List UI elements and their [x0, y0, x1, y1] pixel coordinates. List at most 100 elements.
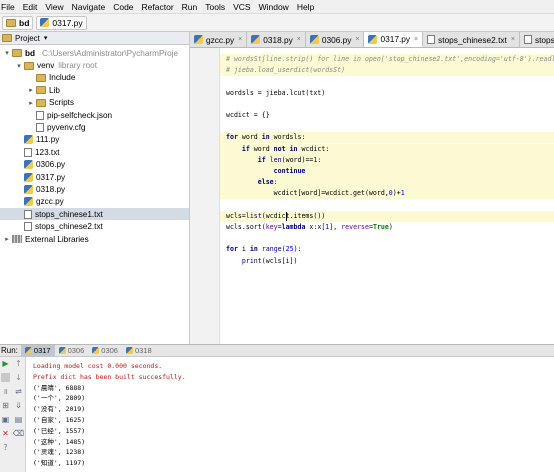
pause-icon[interactable]: ॥ [1, 387, 10, 396]
menu-item-file[interactable]: File [0, 0, 19, 14]
code-line[interactable]: if len(word)==1: [220, 154, 554, 166]
menu-item-navigate[interactable]: Navigate [68, 0, 110, 14]
file-icon [36, 123, 44, 133]
code-line[interactable]: print(wcls[i]) [220, 256, 554, 267]
code-line[interactable]: wcdict = {} [220, 110, 554, 121]
tree-item-label: stops_chinese1.txt [35, 209, 103, 219]
tree-item[interactable]: 0306.py [0, 159, 189, 171]
tree-item[interactable]: 111.py [0, 134, 189, 146]
code-line[interactable]: # wordsSt[line.strip() for line in open(… [220, 54, 554, 65]
menu-item-edit[interactable]: Edit [19, 0, 42, 14]
help-icon[interactable]: ? [1, 443, 10, 452]
console-line: ('已经', 1557) [33, 426, 86, 435]
tree-item[interactable]: 0317.py [0, 171, 189, 183]
code-line[interactable]: for word in wordsls: [220, 132, 554, 144]
close-icon[interactable]: × [297, 36, 301, 43]
close-icon[interactable]: × [355, 36, 359, 43]
chevron-right-icon[interactable]: ▸ [26, 86, 36, 94]
editor-tab-label: 0318.py [263, 34, 293, 45]
chevron-down-icon[interactable]: ▾ [14, 62, 24, 70]
folder-icon [6, 18, 16, 27]
close-icon[interactable]: × [511, 36, 515, 43]
editor-tab-label: 0306.py [321, 34, 352, 45]
editor-tab[interactable]: stops_chinese1.txt× [519, 32, 554, 47]
tree-item[interactable]: stops_chinese1.txt [0, 208, 189, 221]
tree-item[interactable]: 123.txt [0, 146, 189, 158]
run-tab[interactable]: 0318 [122, 345, 156, 357]
run-tab[interactable]: 0306 [88, 345, 122, 357]
breadcrumb-project[interactable]: bd [2, 15, 34, 30]
soft-wrap-icon[interactable]: ⇌ [14, 387, 23, 396]
code-line[interactable]: if word not in wcdict: [220, 143, 554, 155]
tree-item[interactable]: pyvenv.cfg [0, 121, 189, 133]
menu-item-view[interactable]: View [41, 0, 67, 14]
code-line[interactable] [220, 99, 554, 110]
code-line[interactable] [220, 121, 554, 132]
code-line[interactable]: continue [220, 166, 554, 177]
tree-item[interactable]: ▸ Lib [0, 84, 189, 96]
restore-layout-icon[interactable]: ⊞ [1, 401, 10, 410]
console-line: ('没有', 2019) [33, 405, 86, 414]
code-line[interactable]: wcls=list(wcdict.items()) [220, 210, 554, 222]
print-icon[interactable]: ▤ [14, 415, 23, 424]
clear-all-icon[interactable]: ⌫ [13, 429, 24, 438]
tree-item[interactable]: ▸ External Libraries [0, 233, 189, 245]
code-line[interactable]: wcdict[word]=wcdict.get(word,0)+1 [220, 188, 554, 200]
tree-item[interactable]: pip-selfcheck.json [0, 109, 189, 121]
menu-item-help[interactable]: Help [293, 0, 318, 14]
folder-icon [36, 86, 46, 95]
run-tab[interactable]: 0317 [20, 344, 55, 357]
tree-item-detail: C:\Users\Administrator\PycharmProje [42, 48, 179, 58]
chevron-right-icon[interactable]: ▸ [26, 99, 36, 107]
close-icon[interactable]: × [414, 36, 418, 43]
editor-tab[interactable]: stops_chinese2.txt × [423, 32, 520, 47]
chevron-right-icon[interactable]: ▸ [2, 235, 12, 243]
editor-tab[interactable]: gzcc.py × [190, 32, 248, 47]
python-file-icon [24, 184, 33, 194]
run-console[interactable]: Loading model cost 0.000 seconds. Prefix … [26, 357, 554, 472]
code-line[interactable] [220, 76, 554, 87]
tree-item[interactable]: ▾ bd C:\Users\Administrator\PycharmProje [0, 47, 189, 59]
python-file-icon [309, 35, 319, 44]
chevron-down-icon[interactable]: ▾ [44, 34, 48, 42]
menu-item-vcs[interactable]: VCS [229, 0, 254, 14]
close-icon[interactable]: × [238, 36, 242, 43]
menu-item-refactor[interactable]: Refactor [138, 0, 178, 14]
tree-item-label: 0317.py [36, 172, 66, 182]
tree-item[interactable]: gzcc.py [0, 196, 189, 208]
run-tab[interactable]: 0306 [55, 345, 89, 357]
close-icon[interactable]: ✕ [1, 429, 10, 438]
chevron-down-icon[interactable]: ▾ [2, 49, 12, 57]
menu-item-window[interactable]: Window [255, 0, 293, 14]
tree-item[interactable]: ▸ Scripts [0, 97, 189, 109]
menu-item-code[interactable]: Code [109, 0, 137, 14]
pin-icon[interactable]: ▣ [1, 415, 10, 424]
arrow-down-icon[interactable]: ↓ [14, 373, 23, 382]
code-line[interactable] [220, 200, 554, 211]
code-line[interactable]: # jieba.load_userdict(wordsSt) [220, 65, 554, 77]
editor-tab[interactable]: 0306.py × [305, 32, 365, 47]
tree-item[interactable]: Include [0, 72, 189, 84]
code-line[interactable] [220, 233, 554, 244]
code-editor[interactable]: # wordsSt[line.strip() for line in open(… [190, 48, 554, 344]
tree-item[interactable]: stops_chinese2.txt [0, 220, 189, 232]
project-panel-header[interactable]: Project ▾ [0, 32, 189, 45]
library-icon [12, 235, 22, 244]
code-line[interactable]: wordsls = jieba.lcut(txt) [220, 88, 554, 99]
editor-tab[interactable]: 0317.py × [364, 32, 424, 47]
folder-icon [36, 98, 46, 107]
menu-item-run[interactable]: Run [178, 0, 202, 14]
tree-item[interactable]: 0318.py [0, 183, 189, 195]
code-line[interactable]: for i in range(25): [220, 244, 554, 255]
editor-tab[interactable]: 0318.py × [247, 32, 306, 47]
code-line[interactable]: wcls.sort(key=lambda x:x[1], reverse=Tru… [220, 222, 554, 233]
rerun-icon[interactable]: ▶ [1, 359, 10, 368]
code-line[interactable]: else: [220, 177, 554, 189]
breadcrumb-file[interactable]: 0317.py [36, 15, 87, 30]
tree-item[interactable]: ▾ venv library root [0, 59, 189, 71]
stop-icon[interactable] [1, 373, 10, 382]
menu-item-tools[interactable]: Tools [201, 0, 229, 14]
tree-item-label: bd [25, 48, 36, 58]
arrow-up-icon[interactable]: ↑ [14, 359, 23, 368]
scroll-to-end-icon[interactable]: ⇓ [14, 401, 23, 410]
